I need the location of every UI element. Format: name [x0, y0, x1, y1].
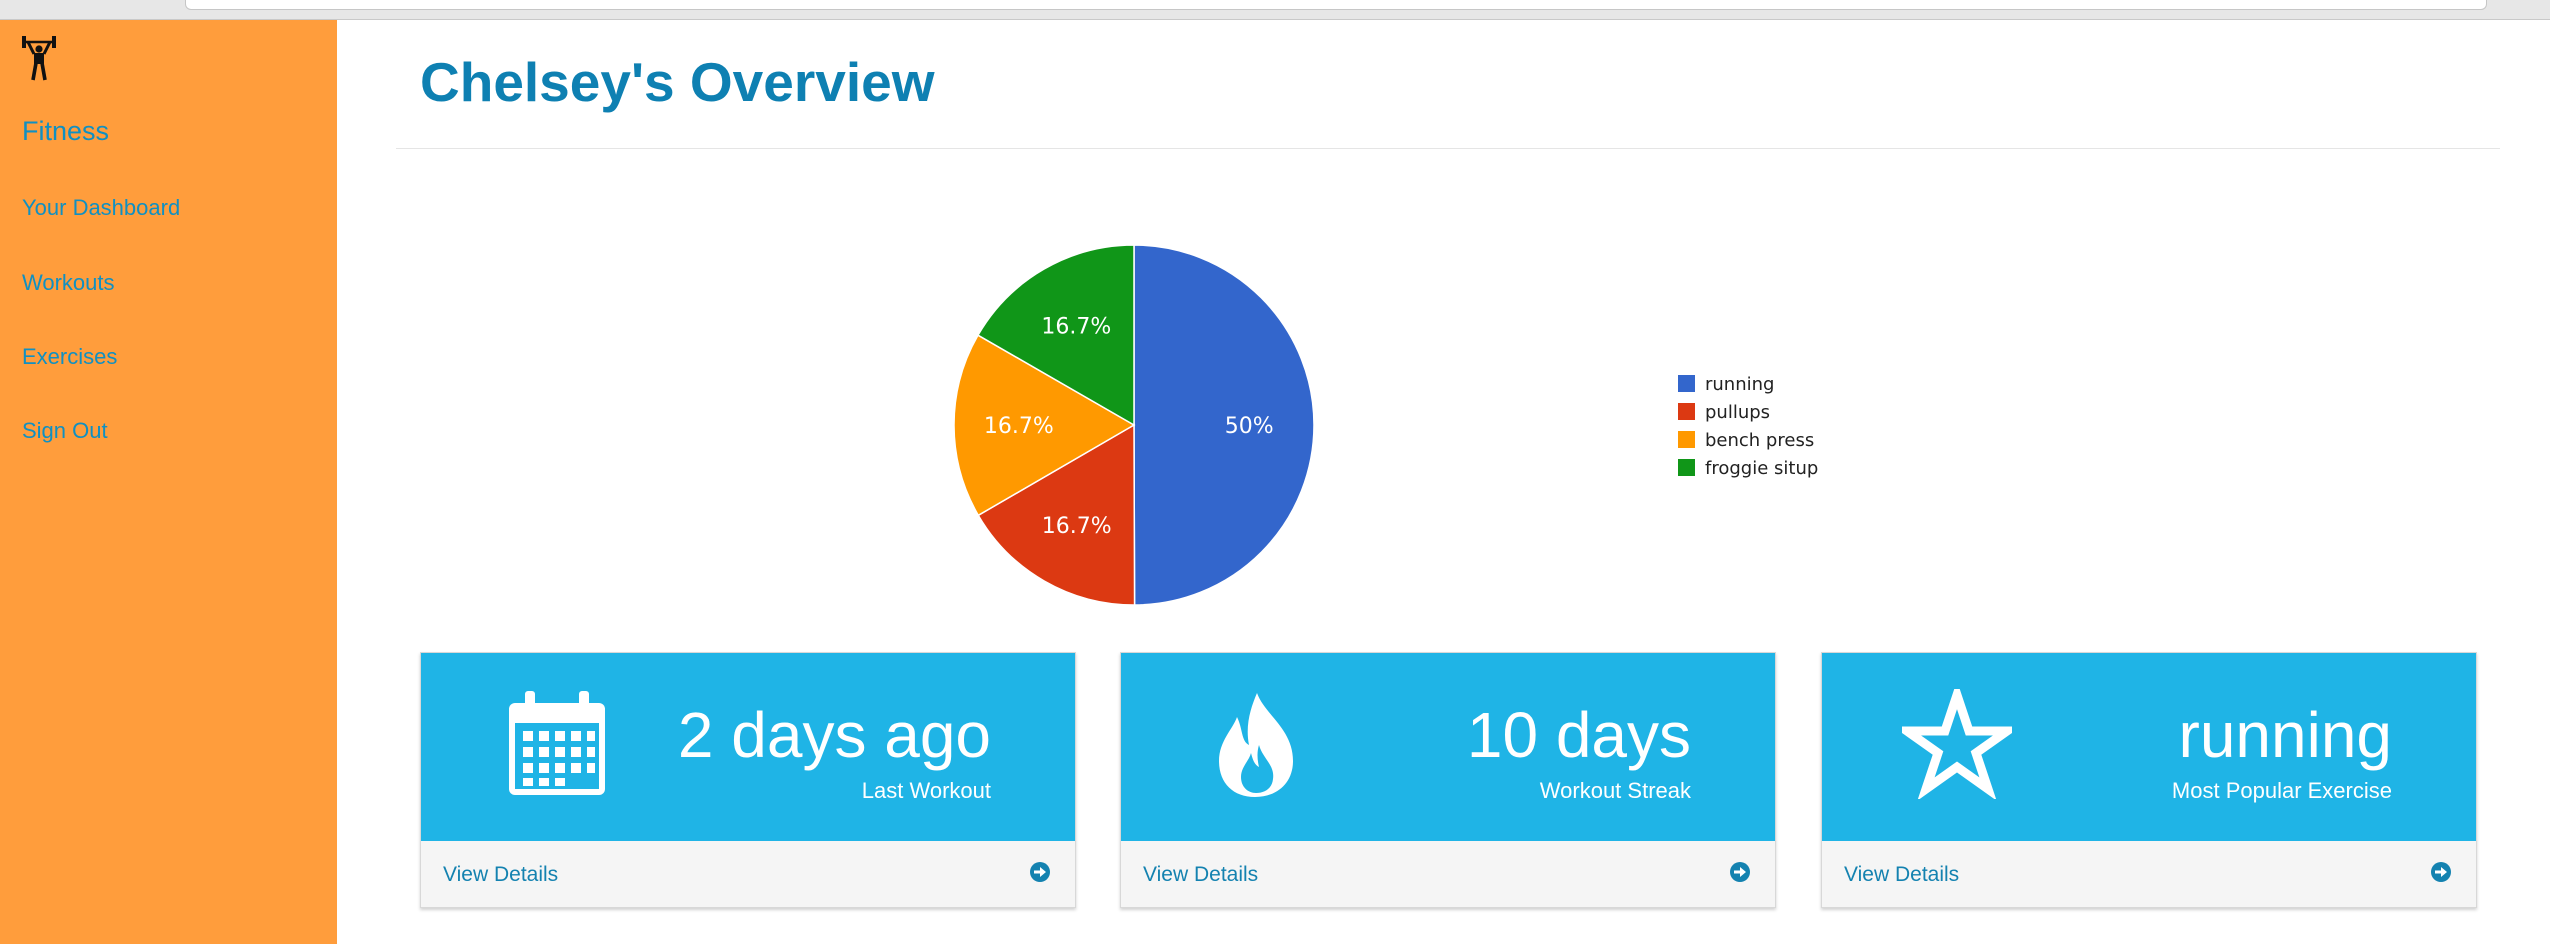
view-details-link[interactable]: View Details [1121, 841, 1775, 907]
address-bar[interactable] [185, 0, 2487, 10]
circle-arrow-right-icon[interactable] [1029, 861, 1051, 883]
panel-heading: 10 days Workout Streak [1121, 653, 1775, 841]
legend-swatch [1678, 431, 1695, 448]
sidebar-item-sign-out[interactable]: Sign Out [22, 418, 108, 444]
pie-slice-label: 16.7% [984, 414, 1054, 439]
view-details-label[interactable]: View Details [443, 863, 558, 887]
view-details-label[interactable]: View Details [1844, 863, 1959, 887]
legend-swatch [1678, 375, 1695, 392]
sidebar-item-workouts[interactable]: Workouts [22, 270, 115, 296]
legend-label[interactable]: froggie situp [1705, 458, 1818, 479]
workout-streak-value: 10 days [1466, 699, 1691, 771]
legend-swatch [1678, 459, 1695, 476]
legend-label[interactable]: bench press [1705, 430, 1814, 451]
sidebar-item-exercises[interactable]: Exercises [22, 344, 117, 370]
last-workout-caption: Last Workout [861, 778, 991, 803]
panel-workout-streak: 10 days Workout Streak View Details [1120, 652, 1776, 908]
last-workout-value: 2 days ago [677, 699, 991, 771]
panel-heading: 2 days ago Last Workout [421, 653, 1075, 841]
popular-exercise-caption: Most Popular Exercise [2171, 778, 2392, 803]
view-details-link[interactable]: View Details [1822, 841, 2476, 907]
calendar-icon [509, 691, 605, 795]
page-title: Chelsey's Overview [420, 51, 935, 113]
browser-toolbar [0, 0, 2550, 20]
circle-arrow-right-icon[interactable] [1729, 861, 1751, 883]
view-details-label[interactable]: View Details [1143, 863, 1258, 887]
weightlifter-icon [22, 36, 56, 81]
exercise-pie-chart: 50% 16.7% 16.7% 16.7% running pullups bench p… [953, 244, 1818, 606]
sidebar: Fitness Your Dashboard Workouts Exercise… [0, 20, 337, 944]
panel-most-popular-exercise: running Most Popular Exercise View Detai… [1821, 652, 2477, 908]
title-divider [396, 148, 2500, 149]
workout-streak-caption: Workout Streak [1539, 778, 1691, 803]
panel-heading: running Most Popular Exercise [1822, 653, 2476, 841]
pie-slice-label: 16.7% [1041, 314, 1111, 339]
pie-slice-label: 16.7% [1042, 514, 1112, 539]
popular-exercise-value: running [2178, 699, 2393, 771]
pie-slice-label: 50% [1225, 414, 1274, 439]
legend-label[interactable]: pullups [1705, 402, 1770, 423]
legend-label[interactable]: running [1705, 374, 1774, 395]
panel-last-workout: 2 days ago Last Workout View Details [420, 652, 1076, 908]
fire-icon [1219, 693, 1293, 797]
brand-link[interactable]: Fitness [22, 116, 109, 147]
star-icon [1902, 689, 2012, 799]
circle-arrow-right-icon[interactable] [2430, 861, 2452, 883]
view-details-link[interactable]: View Details [421, 841, 1075, 907]
sidebar-item-dashboard[interactable]: Your Dashboard [22, 195, 180, 221]
legend-swatch [1678, 403, 1695, 420]
